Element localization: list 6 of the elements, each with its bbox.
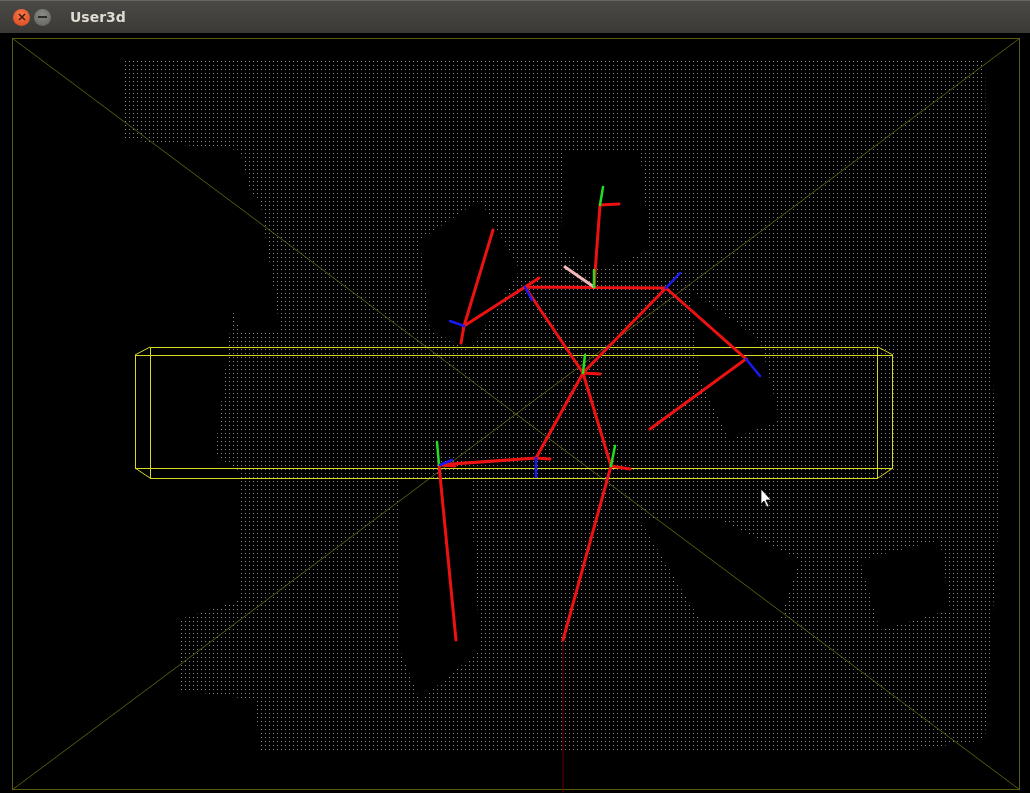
close-icon bbox=[17, 13, 26, 21]
mouse-cursor-icon bbox=[760, 488, 772, 508]
minimize-button[interactable] bbox=[34, 8, 51, 26]
close-button[interactable] bbox=[13, 8, 30, 26]
minimize-icon bbox=[38, 16, 47, 18]
window-title: User3d bbox=[70, 9, 126, 25]
